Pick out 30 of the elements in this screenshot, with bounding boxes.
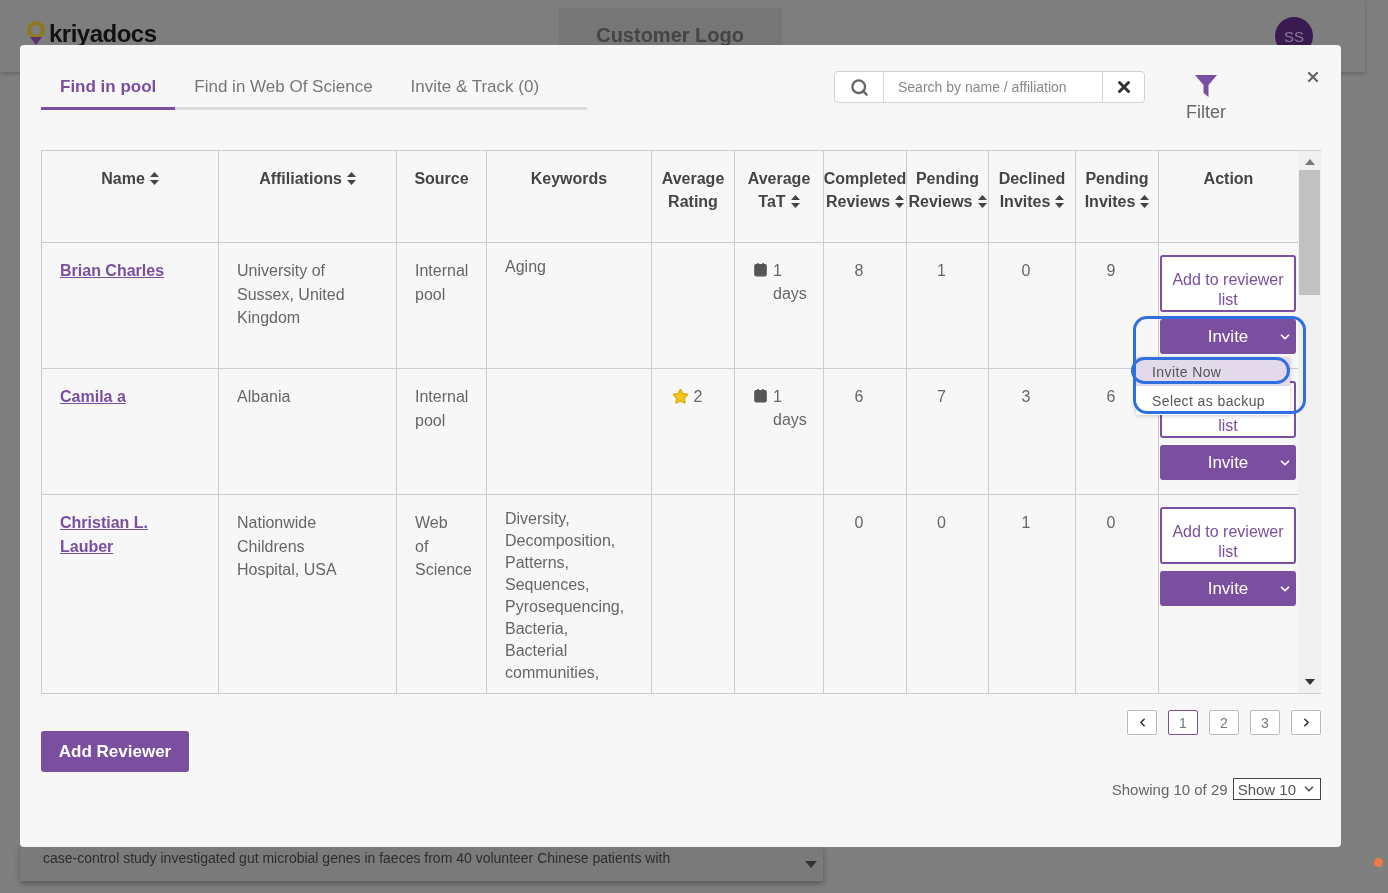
keywords-text: Diversity, Decomposition, Patterns, Sequences, Pyrosequencing, Bacteria, Bacterial communities, [505,510,625,681]
source-text: Web of Science [415,514,472,578]
count-text: 8 [854,262,864,279]
column-header: Keywords [530,169,608,189]
affiliation-text: Albania [237,388,291,405]
affiliation-text: University of Sussex, United Kingdom [237,262,345,326]
affiliation-text: Nationwide Childrens Hospital, USA [237,514,337,578]
count-text: 6 [1106,388,1116,405]
logo-text: kriyadocs [49,20,157,48]
count-text: 0 [1021,262,1031,279]
count-text: 0 [1106,514,1116,531]
showing-text: Showing 10 of 29 [1111,780,1228,798]
source-text: Internal pool [415,262,469,303]
count-text: 0 [937,514,946,531]
column-header: Average Rating [660,169,726,212]
count-text: 7 [937,388,946,405]
column-header: Action [1203,169,1254,189]
count-text: 1 [937,262,946,279]
rating-text: 2 [693,387,703,407]
abstract-text: case-control study investigated gut microbial genes in faeces from 40 volunteer Chinese patients with [43,849,672,868]
column-header: Source [414,169,469,189]
tat-text: 1 days [773,387,807,430]
count-text: 6 [854,388,864,405]
count-text: 3 [1021,388,1031,405]
source-text: Internal pool [415,388,469,429]
count-text: 0 [854,514,864,531]
keywords-text: Aging [505,258,546,275]
count-text: 1 [1021,514,1031,531]
count-text: 9 [1106,262,1116,279]
tat-text: 1 days [773,261,807,304]
